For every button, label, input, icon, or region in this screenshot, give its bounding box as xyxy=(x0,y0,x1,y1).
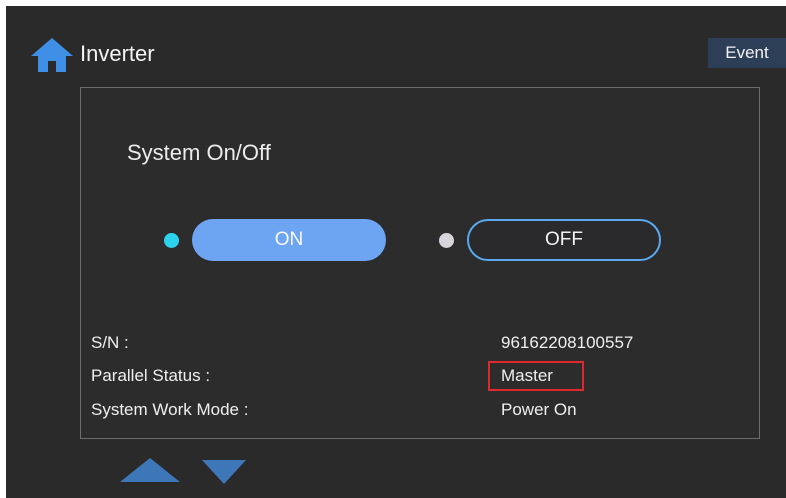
sn-value: 96162208100557 xyxy=(501,333,634,352)
parallel-status-label: Parallel Status : xyxy=(91,366,211,385)
home-button[interactable] xyxy=(30,37,74,73)
work-mode-label: System Work Mode : xyxy=(91,400,249,419)
home-icon xyxy=(31,38,73,72)
page-title: Inverter xyxy=(80,41,155,66)
off-button[interactable]: OFF xyxy=(467,219,661,261)
page-up-icon[interactable] xyxy=(120,458,180,482)
system-panel: System On/Off ON OFF S/N : 9616220810055… xyxy=(80,87,760,439)
parallel-status-value: Master xyxy=(501,366,553,385)
on-button[interactable]: ON xyxy=(192,219,386,261)
inverter-screen: Inverter Event System On/Off ON OFF S/N … xyxy=(6,6,786,498)
page-down-icon[interactable] xyxy=(202,460,246,484)
work-mode-value: Power On xyxy=(501,400,577,419)
off-indicator-dot xyxy=(439,233,454,248)
section-title: System On/Off xyxy=(127,140,271,165)
event-button[interactable]: Event xyxy=(708,38,786,68)
on-indicator-dot xyxy=(164,233,179,248)
sn-label: S/N : xyxy=(91,333,129,352)
